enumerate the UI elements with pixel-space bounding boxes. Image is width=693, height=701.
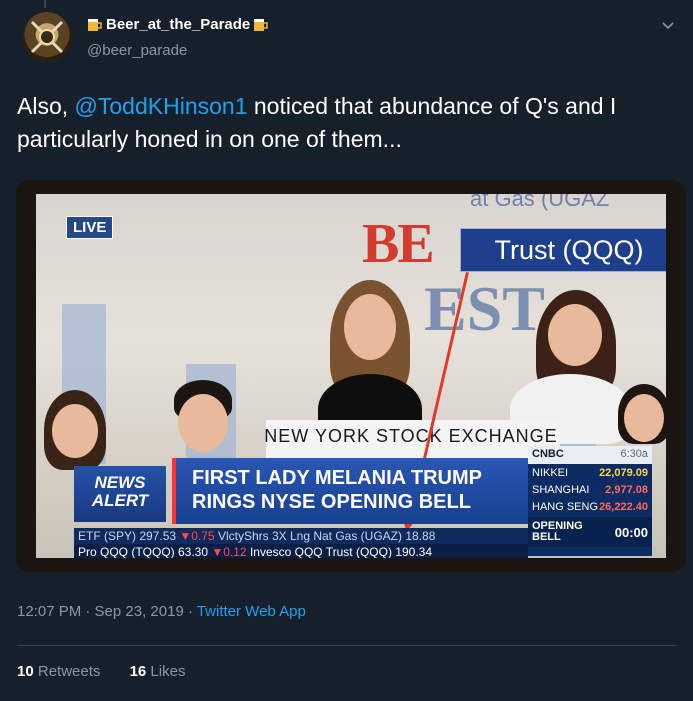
likes-count: 16 (129, 663, 147, 680)
opening-label: BELL (532, 531, 561, 543)
chevron-down-icon[interactable] (661, 18, 675, 32)
thread-connector-line (44, 0, 46, 8)
ticker-line: ETF (SPY) 297.53 ▼0.75 VlctyShrs 3X Lng … (74, 528, 528, 544)
trust-banner: Trust (QQQ) (460, 228, 666, 272)
headline-line2: RINGS NYSE OPENING BELL (192, 491, 471, 513)
opening-time: 00:00 (614, 524, 648, 540)
ticker-text: VlctyShrs 3X Lng Nat Gas (UGAZ) 18.88 (214, 529, 436, 543)
market-value: 22,079.09 (599, 467, 648, 479)
wall-ticker-fragment: at Gas (UGAZ (470, 194, 610, 211)
ticker-line: Pro QQQ (TQQQ) 63.30 ▼0.12 Invesco QQQ T… (74, 544, 528, 558)
beer-mug-icon (87, 18, 103, 32)
meta-separator: · (183, 603, 197, 620)
display-name-text: Beer_at_the_Parade (106, 16, 251, 33)
retweets-label: Retweets (33, 663, 101, 680)
person-face (52, 404, 98, 458)
ticker-text: Invesco QQQ Trust (QQQ) 190.34 (246, 545, 433, 558)
headline-line1: FIRST LADY MELANIA TRUMP (192, 467, 482, 489)
user-handle[interactable]: @beer_parade (87, 42, 187, 59)
market-value: 2,977.08 (605, 484, 648, 496)
market-value: 26,222.40 (599, 501, 648, 513)
beer-mug-icon (253, 18, 269, 32)
tweet-text: Also, @ToddKHinson1 noticed that abundan… (17, 90, 677, 156)
avatar[interactable] (22, 12, 72, 62)
likes-stat[interactable]: 16 Likes (130, 663, 186, 680)
ticker-text: Pro QQQ (TQQQ) 63.30 (78, 545, 212, 558)
display-name[interactable]: Beer_at_the_Parade (87, 16, 269, 33)
market-label: NIKKEI (532, 467, 569, 479)
person-face (548, 304, 602, 366)
cnbc-header: CNBC 6:30a (528, 446, 652, 464)
cnbc-time: 6:30a (620, 448, 648, 460)
person-face (344, 294, 396, 360)
person-face (178, 394, 228, 452)
retweets-count: 10 (17, 663, 34, 680)
headline-banner: FIRST LADY MELANIA TRUMP RINGS NYSE OPEN… (172, 458, 528, 524)
market-row: HANG SENG 26,222.40 (528, 498, 652, 515)
tweet-stats: 10 Retweets 16 Likes (17, 663, 185, 680)
market-row: SHANGHAI 2,977.08 (528, 481, 652, 498)
ticker-down: ▼0.12 (211, 545, 247, 558)
ticker-text: ETF (SPY) 297.53 (78, 529, 180, 543)
tweet-meta: 12:07 PM · Sep 23, 2019 · Twitter Web Ap… (17, 603, 306, 620)
opening-bell-row: OPENING BELL 00:00 (528, 517, 652, 547)
news-alert-line2: ALERT (91, 491, 149, 510)
market-panel: CNBC 6:30a NIKKEI 22,079.09 SHANGHAI 2,9… (528, 446, 652, 556)
retweets-stat[interactable]: 10 Retweets (17, 663, 100, 680)
podium-text: NEW YORK STOCK EXCHANGE (264, 426, 558, 446)
news-alert-line1: NEWS (94, 473, 146, 492)
tv-screen: BE EST at Gas (UGAZ Trust (QQQ) LIVE NEW… (36, 194, 666, 558)
person-face (624, 394, 664, 442)
likes-label: Likes (146, 663, 186, 680)
backdrop-letters: BE (362, 213, 435, 275)
mention-link[interactable]: @ToddKHinson1 (75, 93, 248, 119)
tweet-text-prefix: Also, (17, 93, 75, 119)
compass-logo-icon (30, 20, 64, 54)
market-label: HANG SENG (532, 501, 599, 513)
backdrop-letters: EST (424, 273, 545, 344)
market-row: NIKKEI 22,079.09 (528, 464, 652, 481)
divider (17, 645, 676, 646)
news-alert-badge: NEWS ALERT (74, 466, 166, 522)
ticker-down: ▼0.75 (179, 529, 215, 543)
market-label: SHANGHAI (532, 484, 590, 496)
source-app-link[interactable]: Twitter Web App (197, 603, 306, 620)
timestamp-link[interactable]: 12:07 PM · Sep 23, 2019 (17, 603, 184, 620)
cnbc-logo: CNBC (532, 448, 564, 460)
live-badge: LIVE (66, 216, 114, 239)
tweet-media-image[interactable]: BE EST at Gas (UGAZ Trust (QQQ) LIVE NEW… (16, 180, 686, 572)
